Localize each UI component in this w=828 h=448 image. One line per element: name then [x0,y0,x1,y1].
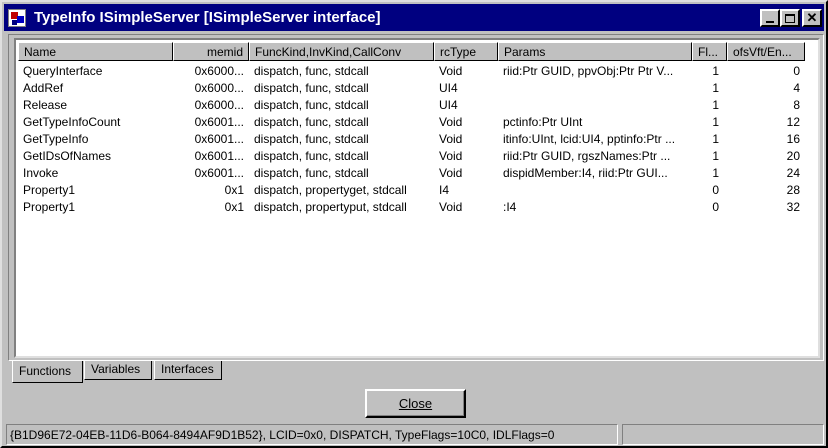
table-cell: dispatch, propertyget, stdcall [254,183,407,197]
table-row[interactable]: Release 0x6000... dispatch, func, stdcall U… [18,97,805,114]
table-cell: riid:Ptr GUID, rgszNames:Ptr ... [503,149,671,163]
table-cell: 24 [786,166,800,180]
column-header-0[interactable]: Name [18,42,173,61]
table-cell: dispatch, propertyput, stdcall [254,200,407,214]
table-cell: dispatch, func, stdcall [254,149,369,163]
table-cell: dispidMember:I4, riid:Ptr GUI... [503,166,668,180]
list-header: Name memid FuncKind,InvKind,CallConv rcType… [18,42,805,61]
column-header-3[interactable]: rcType [434,42,498,61]
table-cell: 8 [793,98,800,112]
table-cell: 1 [712,149,719,163]
table-row[interactable]: QueryInterface 0x6000... dispatch, func, s… [18,63,805,80]
tab-functions[interactable]: Functions [12,361,83,383]
table-cell: Void [439,64,463,78]
table-cell: pctinfo:Ptr UInt [503,115,583,129]
typeinfo-window: TypeInfo ISimpleServer [ISimpleServer in… [0,0,828,448]
title-bar[interactable]: TypeInfo ISimpleServer [ISimpleServer in… [4,4,824,31]
table-cell [498,80,692,97]
app-icon[interactable] [8,9,26,27]
table-cell: Void [439,149,463,163]
table-cell: Property1 [23,200,76,214]
table-cell: 0 [712,200,719,214]
table-cell: itinfo:UInt, lcid:UI4, pptinfo:Ptr ... [503,132,676,146]
status-bar: {B1D96E72-04EB-11D6-B064-8494AF9D1B52}, … [6,424,824,446]
table-cell: Void [439,166,463,180]
column-header-6[interactable]: ofsVft/En... [727,42,805,61]
table-cell: 20 [786,149,800,163]
table-cell: 0x6000... [194,81,244,95]
table-cell: I4 [439,183,450,197]
column-header-1[interactable]: memid [173,42,249,61]
column-header-4[interactable]: Params [498,42,692,61]
table-cell: 1 [712,98,719,112]
table-cell: 0 [712,183,719,197]
functions-list[interactable]: Name memid FuncKind,InvKind,CallConv rcType… [14,38,820,358]
table-cell: dispatch, func, stdcall [254,132,369,146]
table-cell: dispatch, func, stdcall [254,64,369,78]
table-cell: 0x6000... [194,98,244,112]
column-header-5[interactable]: Fl... [692,42,727,61]
table-cell: 0x6001... [194,115,244,129]
status-text: {B1D96E72-04EB-11D6-B064-8494AF9D1B52}, … [6,424,618,445]
table-cell: 0x6001... [194,149,244,163]
table-cell [498,182,692,199]
table-cell: dispatch, func, stdcall [254,98,369,112]
minimize-button[interactable] [760,9,780,27]
table-cell: dispatch, func, stdcall [254,81,369,95]
table-cell: 0x6001... [194,166,244,180]
table-cell: Property1 [23,183,76,197]
table-cell: Invoke [23,166,59,180]
table-cell: GetTypeInfoCount [23,115,121,129]
table-row[interactable]: Invoke 0x6001... dispatch, func, stdcall Vo… [18,165,805,182]
table-cell: 0x6001... [194,132,244,146]
table-cell: 12 [786,115,800,129]
table-cell: dispatch, func, stdcall [254,166,369,180]
table-cell: Void [439,115,463,129]
minimize-icon [766,21,774,23]
close-icon: ✕ [806,10,818,25]
table-cell: 0x6000... [194,64,244,78]
table-cell: AddRef [23,81,64,95]
table-cell: GetIDsOfNames [23,149,112,163]
table-row[interactable]: GetTypeInfo 0x6001... dispatch, func, stdc… [18,131,805,148]
table-row[interactable]: GetTypeInfoCount 0x6001... dispatch, func,… [18,114,805,131]
close-window-button[interactable]: ✕ [802,9,822,27]
table-cell: 1 [712,166,719,180]
close-button[interactable]: Close [365,389,466,418]
table-cell: 1 [712,115,719,129]
table-cell: UI4 [439,81,458,95]
table-cell: 0x1 [224,200,244,214]
table-cell: 1 [712,132,719,146]
table-row[interactable]: GetIDsOfNames 0x6001... dispatch, func, st… [18,148,805,165]
table-cell: 28 [786,183,800,197]
maximize-icon [785,13,795,23]
tab-interfaces[interactable]: Interfaces [154,361,222,380]
table-cell: 0x1 [224,183,244,197]
list-rows: QueryInterface 0x6000... dispatch, func, s… [18,63,805,216]
table-cell: 1 [712,81,719,95]
table-cell: Void [439,132,463,146]
table-cell: 16 [786,132,800,146]
tab-variables[interactable]: Variables [84,361,152,380]
table-cell: 0 [793,64,800,78]
table-cell [498,97,692,114]
window-title: TypeInfo ISimpleServer [ISimpleServer in… [34,9,381,26]
maximize-button[interactable] [780,9,800,27]
table-cell: Release [23,98,68,112]
column-header-2[interactable]: FuncKind,InvKind,CallConv [249,42,434,61]
table-cell: dispatch, func, stdcall [254,115,369,129]
table-cell: GetTypeInfo [23,132,89,146]
table-cell: :I4 [503,200,517,214]
table-row[interactable]: Property1 0x1 dispatch, propertyget, stdca… [18,182,805,199]
table-cell: 4 [793,81,800,95]
table-cell: riid:Ptr GUID, ppvObj:Ptr Ptr V... [503,64,674,78]
table-cell: UI4 [439,98,458,112]
table-cell: Void [439,200,463,214]
table-cell: 1 [712,64,719,78]
table-row[interactable]: AddRef 0x6000... dispatch, func, stdcall UI… [18,80,805,97]
status-pane-secondary [622,424,824,445]
table-row[interactable]: Property1 0x1 dispatch, propertyput, stdca… [18,199,805,216]
table-cell: 32 [786,200,800,214]
table-cell: QueryInterface [23,64,103,78]
